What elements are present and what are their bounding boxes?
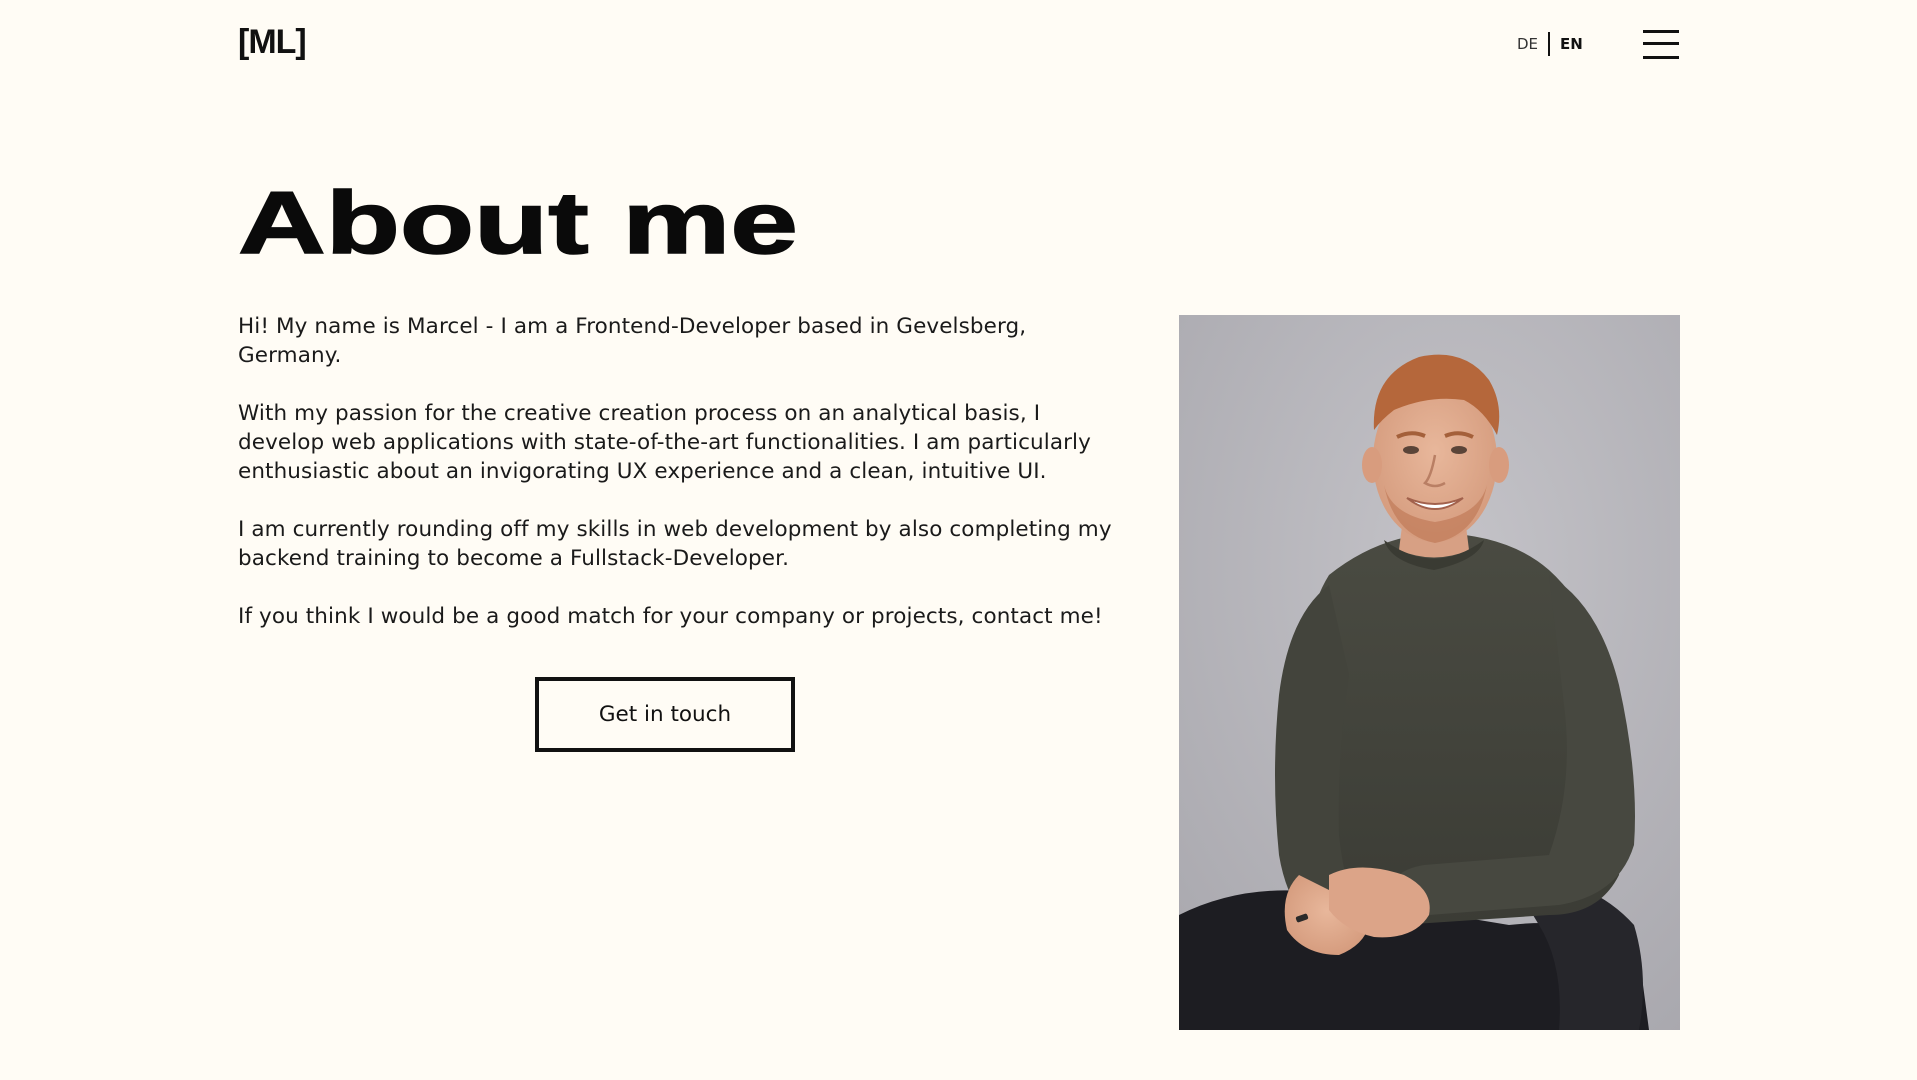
menu-bar-bottom: [1643, 56, 1679, 59]
skills-paragraph: I am currently rounding off my skills in…: [238, 517, 1112, 571]
passion-paragraph: With my passion for the creative creatio…: [238, 401, 1091, 484]
contact-paragraph: If you think I would be a good match for…: [238, 604, 1103, 629]
intro-paragraph: Hi! My name is Marcel - I am a Frontend-…: [238, 314, 1027, 368]
portrait-illustration: [1179, 315, 1680, 1030]
language-en[interactable]: EN: [1550, 32, 1593, 56]
get-in-touch-button[interactable]: Get in touch: [535, 677, 795, 752]
about-text: Hi! My name is Marcel - I am a Frontend-…: [238, 312, 1118, 660]
menu-bar-top: [1643, 30, 1679, 33]
menu-bar-middle: [1643, 42, 1679, 45]
language-switcher: DE EN: [1510, 32, 1593, 56]
language-de[interactable]: DE: [1510, 32, 1548, 56]
portrait-photo: [1179, 315, 1680, 1030]
logo[interactable]: [ML]: [238, 22, 307, 62]
site-header: [ML] DE EN: [0, 0, 1917, 90]
page-title: About me: [237, 172, 799, 273]
hamburger-menu-icon[interactable]: [1641, 28, 1679, 62]
